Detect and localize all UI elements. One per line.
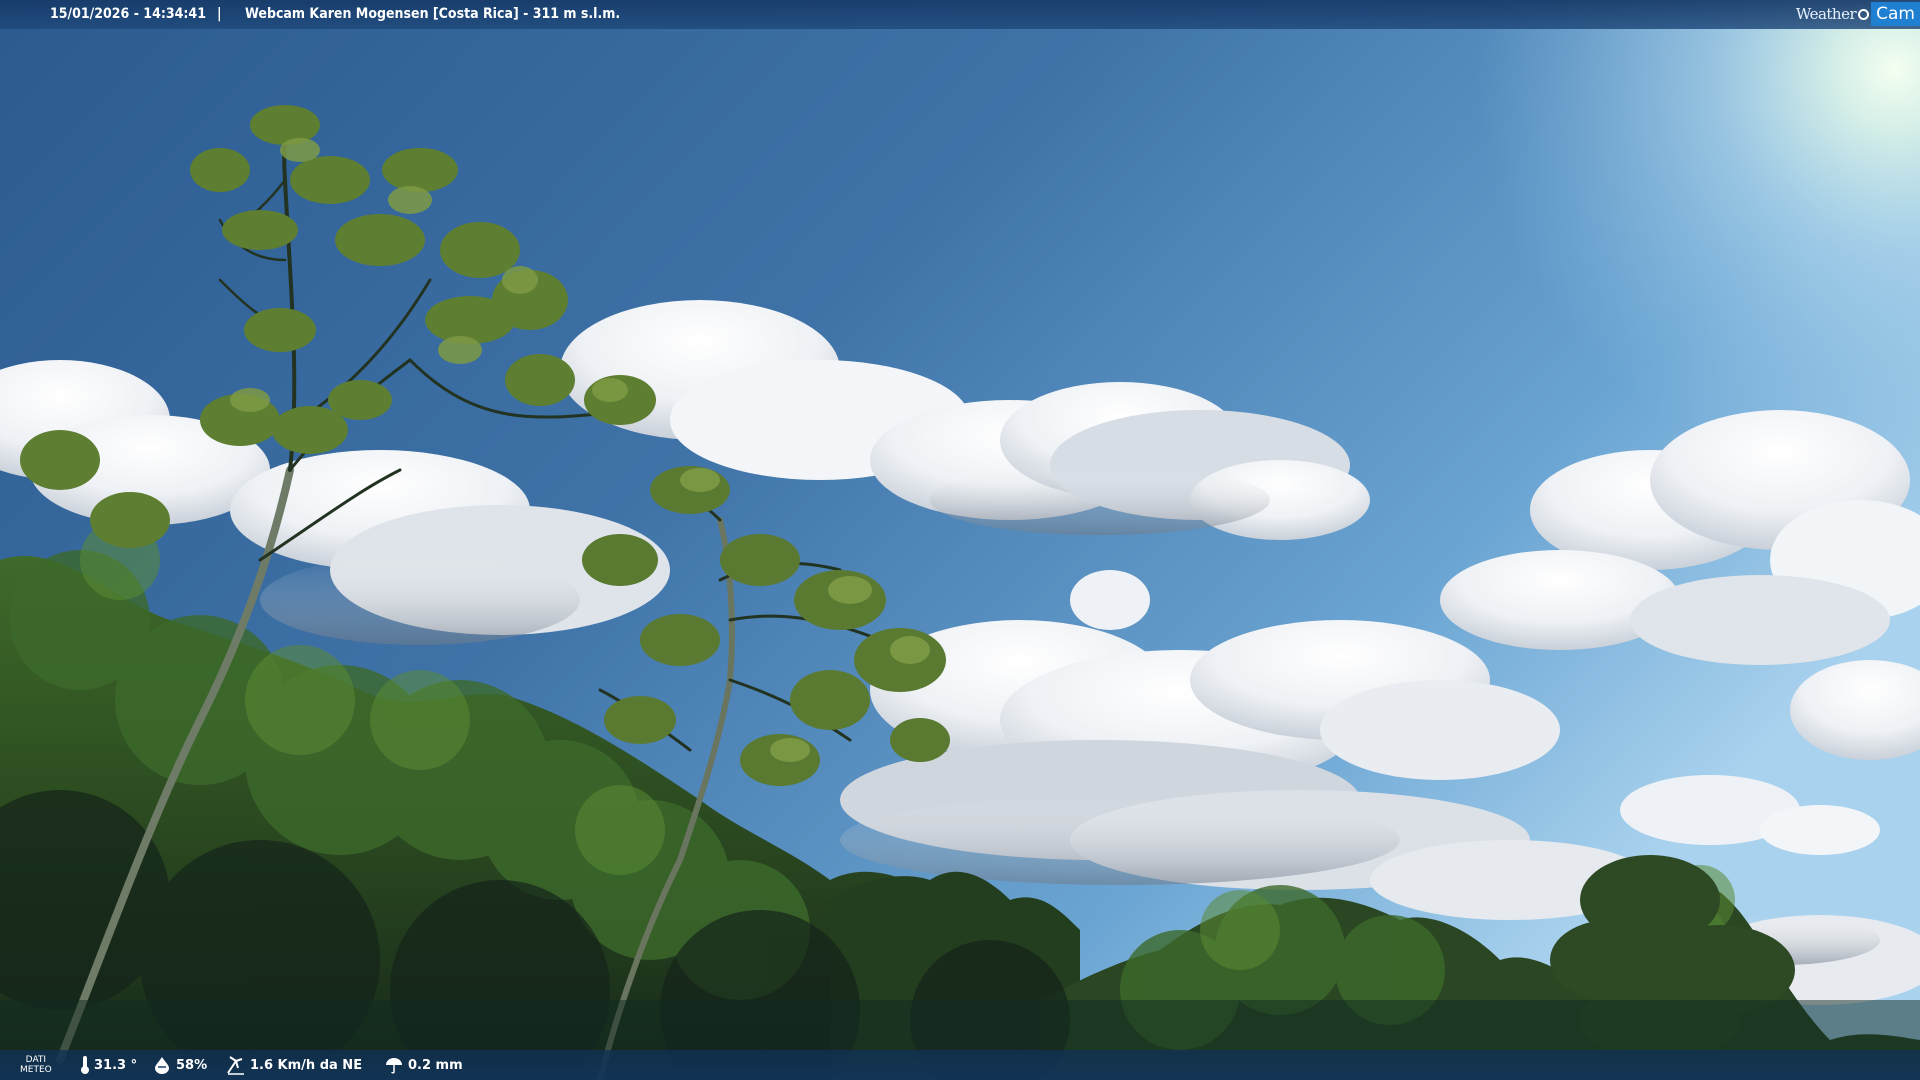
header-separator: |: [217, 6, 222, 22]
wind-value: 1.6 Km/h da NE: [250, 1057, 363, 1073]
wind-reading: 1.6 Km/h da NE: [226, 1050, 362, 1080]
temperature-reading: 31.3 °: [80, 1050, 137, 1080]
weathercam-logo: Weather Cam: [1792, 2, 1920, 26]
humidity-value: 58%: [176, 1057, 208, 1073]
weather-label-line1: DATI: [25, 1055, 47, 1065]
logo-text-weather: Weather: [1795, 4, 1857, 23]
rain-gauge-icon: [386, 1058, 402, 1074]
webcam-header-bar: 15/01/2026 - 14:34:41 | Webcam Karen Mog…: [0, 0, 1920, 29]
temperature-value: 31.3 °: [94, 1057, 138, 1073]
webcam-scene: [0, 0, 1920, 1080]
timestamp: 15/01/2026 - 14:34:41: [50, 6, 206, 22]
wind-icon: [227, 1056, 244, 1075]
humidity-drop-icon: [155, 1057, 169, 1074]
rain-reading: 0.2 mm: [384, 1050, 463, 1080]
weather-data-bar: DATI METEO 31.3 ° 58% 1.6 Km/h da NE 0.2…: [0, 1050, 1920, 1080]
rain-value: 0.2 mm: [408, 1057, 463, 1073]
logo-text-cam: Cam: [1871, 2, 1920, 26]
weather-data-label: DATI METEO: [20, 1055, 52, 1075]
logo-ring-icon: [1858, 8, 1870, 20]
webcam-title: Webcam Karen Mogensen [Costa Rica] - 311…: [245, 6, 621, 22]
humidity-reading: 58%: [152, 1050, 207, 1080]
thermometer-icon: [81, 1056, 89, 1074]
weather-label-line2: METEO: [20, 1065, 52, 1075]
